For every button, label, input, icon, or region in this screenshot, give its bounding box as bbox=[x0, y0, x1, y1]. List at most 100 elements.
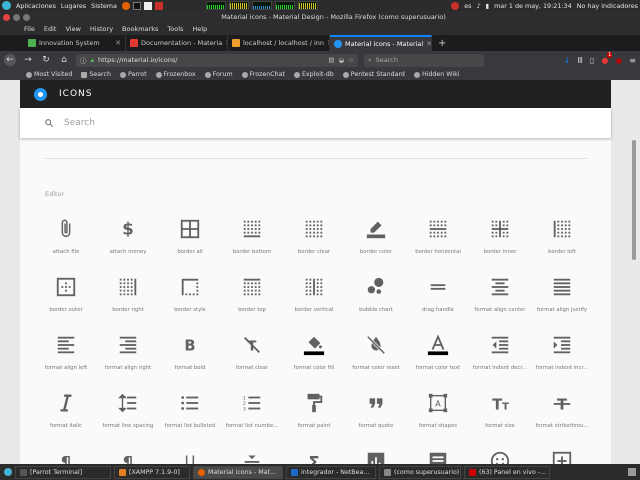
menu-edit[interactable]: Edit bbox=[44, 25, 57, 33]
update-icon[interactable] bbox=[451, 1, 460, 10]
tab-innovation-system[interactable]: Innovation System ✕ bbox=[24, 35, 126, 51]
bookmark-hidden-wiki[interactable]: Hidden Wiki bbox=[413, 71, 460, 78]
icon-tile[interactable]: bubble chart bbox=[345, 276, 407, 318]
task-firefox[interactable]: Material icons - Mat... bbox=[193, 465, 283, 479]
reader-view-icon[interactable]: ▤ bbox=[328, 56, 334, 64]
icon-tile[interactable]: format indent decr... bbox=[469, 334, 531, 376]
url-bar[interactable]: ⓘ 🔒︎ https://material.io/icons/ ▤ ◒ ☆ bbox=[76, 53, 358, 67]
icon-tile[interactable] bbox=[221, 450, 283, 464]
pocket-icon[interactable]: ◒ bbox=[339, 56, 345, 64]
page-title[interactable]: ICONS bbox=[59, 89, 92, 99]
menu-aplicaciones[interactable]: Aplicaciones bbox=[16, 2, 56, 10]
icon-tile[interactable]: ¶ bbox=[35, 450, 97, 464]
task-parrot-terminal[interactable]: [Parrot Terminal] bbox=[15, 465, 111, 479]
icon-tile[interactable]: attach file bbox=[35, 218, 97, 260]
bookmark-parrot[interactable]: Parrot bbox=[119, 71, 147, 78]
maximize-window-icon[interactable] bbox=[23, 13, 30, 21]
icon-tile[interactable] bbox=[531, 450, 593, 464]
icon-tile[interactable]: format italic bbox=[35, 392, 97, 434]
icon-tile[interactable]: format line spacing bbox=[97, 392, 159, 434]
icon-search-input[interactable] bbox=[64, 118, 364, 128]
icon-tile[interactable]: format color reset bbox=[345, 334, 407, 376]
menu-hamburger-icon[interactable]: ≡ bbox=[629, 56, 636, 65]
menu-bookmarks[interactable]: Bookmarks bbox=[122, 25, 158, 33]
icon-tile[interactable]: border style bbox=[159, 276, 221, 318]
icon-tile[interactable]: border inner bbox=[469, 218, 531, 260]
minimize-window-icon[interactable] bbox=[13, 13, 20, 21]
tab-localhost[interactable]: localhost / localhost / inn ✕ bbox=[228, 35, 330, 51]
lock-icon[interactable]: 🔒︎ bbox=[91, 56, 94, 65]
bookmark-pentest-standard[interactable]: Pentest Standard bbox=[342, 71, 405, 78]
files-launcher-icon[interactable] bbox=[143, 1, 152, 10]
icon-tile[interactable]: Aformat shapes bbox=[407, 392, 469, 434]
icon-tile[interactable]: border all bbox=[159, 218, 221, 260]
task-panel-en-vivo[interactable]: (63) Panel en vivo -... bbox=[464, 465, 550, 479]
task-superuser[interactable]: (como superusuario) bbox=[379, 465, 461, 479]
task-netbeans[interactable]: integrador - NetBea... bbox=[286, 465, 376, 479]
icon-tile[interactable]: drag handle bbox=[407, 276, 469, 318]
reload-icon[interactable]: ↻ bbox=[40, 54, 52, 66]
icon-tile[interactable]: border outer bbox=[35, 276, 97, 318]
icon-tile[interactable]: border top bbox=[221, 276, 283, 318]
icon-tile[interactable]: Σ bbox=[283, 450, 345, 464]
menu-view[interactable]: View bbox=[65, 25, 80, 33]
battery-icon[interactable]: ▮ bbox=[486, 2, 490, 10]
forward-icon[interactable]: → bbox=[22, 54, 34, 66]
firefox-launcher-icon[interactable] bbox=[121, 1, 130, 10]
menu-history[interactable]: History bbox=[90, 25, 113, 33]
addon-icon[interactable]: ◉ bbox=[615, 56, 622, 65]
icon-tile[interactable]: ¶ bbox=[97, 450, 159, 464]
bookmark-exploit-db[interactable]: Exploit-db bbox=[293, 71, 334, 78]
menu-help[interactable]: Help bbox=[192, 25, 207, 33]
new-tab-button[interactable]: + bbox=[432, 35, 452, 51]
sidebar-icon[interactable]: ▯ bbox=[590, 56, 594, 65]
menu-lugares[interactable]: Lugares bbox=[61, 2, 86, 10]
icon-tile[interactable]: format color fill bbox=[283, 334, 345, 376]
menu-file[interactable]: File bbox=[24, 25, 35, 33]
bookmark-star-icon[interactable]: ☆ bbox=[348, 56, 354, 64]
page-scrollbar[interactable] bbox=[632, 140, 636, 260]
search-box[interactable]: ⌕ Search bbox=[364, 53, 484, 67]
icon-tile[interactable]: format align left bbox=[35, 334, 97, 376]
terminal-launcher-icon[interactable] bbox=[132, 1, 141, 10]
extension-icon[interactable]: ● 1 bbox=[601, 51, 613, 65]
downloads-icon[interactable]: ↓ bbox=[564, 56, 571, 65]
icon-tile[interactable]: border clear bbox=[283, 218, 345, 260]
info-icon[interactable]: ⓘ bbox=[80, 55, 87, 65]
back-icon[interactable]: ← bbox=[4, 54, 16, 66]
icon-tile[interactable]: format color text bbox=[407, 334, 469, 376]
icon-tile[interactable]: format quote bbox=[345, 392, 407, 434]
icon-tile[interactable]: format list bulleted bbox=[159, 392, 221, 434]
bookmark-frozenbox[interactable]: Frozenbox bbox=[155, 71, 196, 78]
icon-tile[interactable]: border horizontal bbox=[407, 218, 469, 260]
show-desktop-icon[interactable] bbox=[4, 468, 12, 476]
trash-icon[interactable] bbox=[628, 468, 636, 476]
parrot-logo-icon[interactable] bbox=[2, 1, 11, 10]
menu-tools[interactable]: Tools bbox=[167, 25, 183, 33]
icon-tile[interactable] bbox=[469, 450, 531, 464]
app-launcher-icon[interactable] bbox=[154, 1, 163, 10]
icon-tile[interactable]: border color bbox=[345, 218, 407, 260]
url-text[interactable]: https://material.io/icons/ bbox=[98, 56, 178, 64]
close-tab-icon[interactable]: ✕ bbox=[115, 39, 121, 47]
icon-tile[interactable]: format align justify bbox=[531, 276, 593, 318]
menu-sistema[interactable]: Sistema bbox=[91, 2, 117, 10]
language-indicator[interactable]: es bbox=[464, 2, 471, 10]
task-xampp[interactable]: [XAMPP 7.1.9-0] bbox=[114, 465, 190, 479]
icon-tile[interactable] bbox=[407, 450, 469, 464]
icon-tile[interactable]: $ attach money bbox=[97, 218, 159, 260]
icon-tile[interactable]: format align right bbox=[97, 334, 159, 376]
icon-tile[interactable]: format paint bbox=[283, 392, 345, 434]
volume-icon[interactable]: ♪ bbox=[476, 2, 480, 10]
icon-tile[interactable]: border right bbox=[97, 276, 159, 318]
clock[interactable]: mar 1 de may, 19:21:34 bbox=[494, 2, 572, 10]
icon-tile[interactable]: U bbox=[159, 450, 221, 465]
bookmark-forum[interactable]: Forum bbox=[204, 71, 233, 78]
network-indicator[interactable]: No hay indicadores bbox=[577, 2, 638, 10]
tab-material-icons[interactable]: Material icons - Material ✕ bbox=[330, 35, 432, 51]
library-icon[interactable]: Ⅲ bbox=[577, 56, 583, 65]
icon-tile[interactable]: T Tformat size bbox=[469, 392, 531, 434]
icon-tile[interactable]: format indent incr... bbox=[531, 334, 593, 376]
icon-tile[interactable] bbox=[345, 450, 407, 464]
icon-tile[interactable]: Tformat clear bbox=[221, 334, 283, 376]
